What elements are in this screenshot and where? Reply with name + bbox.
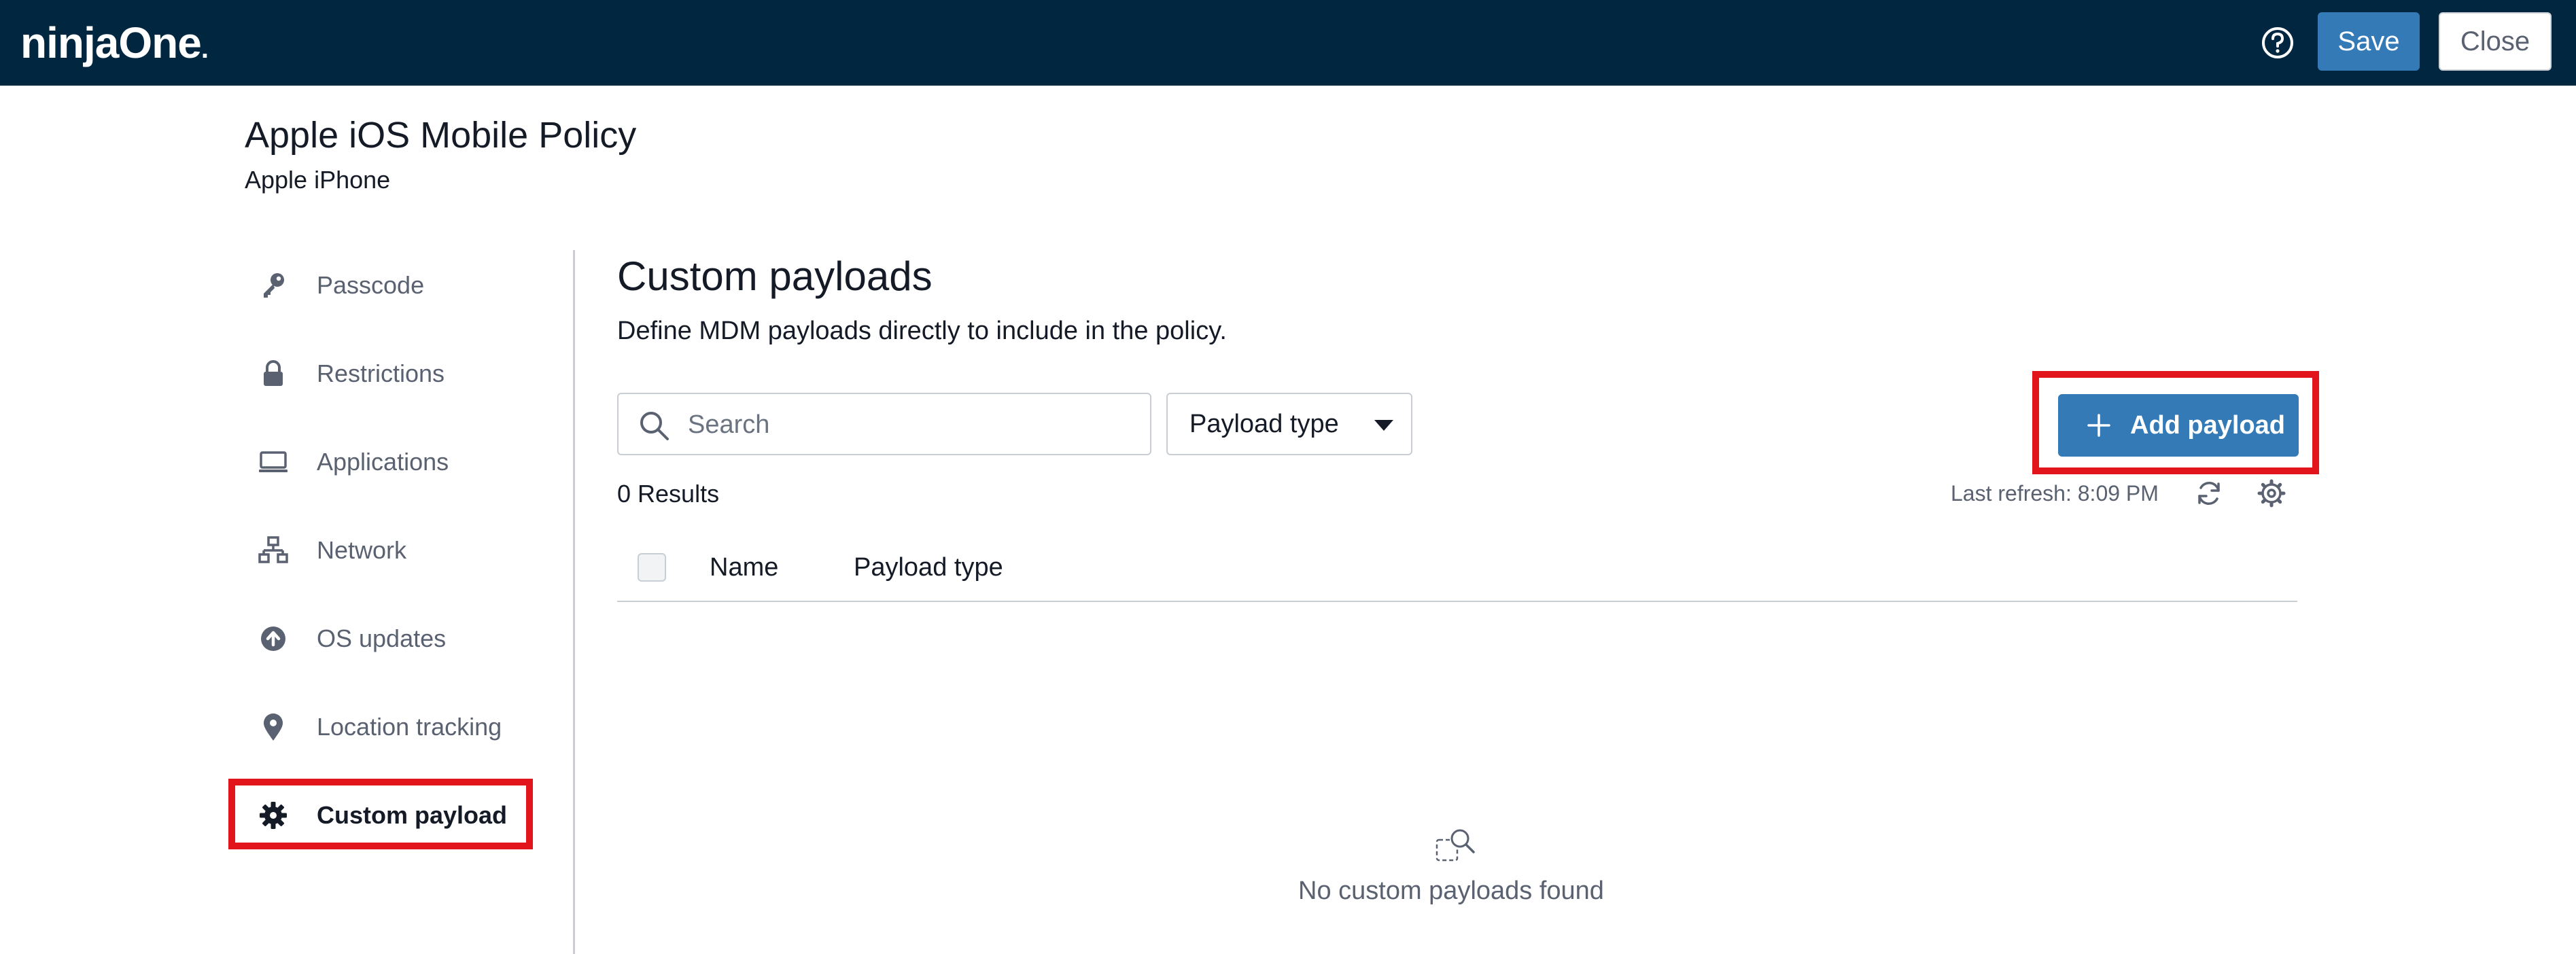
- sidebar-item-label: Location tracking: [317, 713, 502, 741]
- save-button[interactable]: Save: [2318, 12, 2420, 71]
- sidebar-item-label: Applications: [317, 448, 449, 476]
- page-subtitle: Apple iPhone: [245, 166, 391, 194]
- key-icon: [264, 273, 284, 298]
- page-title: Apple iOS Mobile Policy: [245, 115, 637, 156]
- logo-text: ninjaOne: [20, 18, 202, 67]
- search-icon: [640, 412, 669, 440]
- table-header: Name Payload type: [617, 537, 2297, 602]
- sidebar-item-os-updates[interactable]: OS updates: [231, 605, 530, 673]
- payload-type-label: Payload type: [1189, 409, 1339, 438]
- map-pin-icon: [264, 713, 283, 741]
- sidebar-item-location-tracking[interactable]: Location tracking: [231, 693, 530, 761]
- column-header-name[interactable]: Name: [710, 553, 778, 582]
- empty-state-message: No custom payloads found: [1298, 877, 1604, 905]
- section-title: Custom payloads: [617, 253, 933, 299]
- sidebar-divider: [573, 250, 575, 954]
- logo-dot: .: [201, 34, 209, 64]
- empty-search-icon: [1435, 829, 1475, 862]
- payload-type-dropdown[interactable]: Payload type: [1166, 393, 1412, 455]
- search-input[interactable]: [686, 404, 1138, 446]
- sidebar-item-passcode[interactable]: Passcode: [231, 251, 530, 319]
- sidebar-item-label: Restrictions: [317, 359, 445, 387]
- sidebar-item-label: OS updates: [317, 624, 447, 652]
- close-button[interactable]: Close: [2439, 12, 2552, 71]
- lock-icon: [264, 360, 283, 386]
- results-count: 0 Results: [617, 480, 720, 508]
- table-settings-gear-icon[interactable]: [2257, 478, 2286, 508]
- section-description: Define MDM payloads directly to include …: [617, 317, 1227, 345]
- highlight-box-custom-payload: [228, 779, 533, 849]
- highlight-box-add-payload: [2032, 371, 2319, 474]
- search-box[interactable]: [617, 393, 1151, 455]
- sidebar-item-applications[interactable]: Applications: [231, 428, 530, 496]
- top-bar: ninjaOne. Save Close: [0, 0, 2576, 86]
- caret-down-icon: [1374, 420, 1393, 431]
- refresh-icon[interactable]: [2194, 478, 2224, 508]
- monitor-icon: [259, 451, 288, 472]
- last-refresh-text: Last refresh: 8:09 PM: [1951, 481, 2159, 506]
- sidebar-item-label: Passcode: [317, 271, 425, 299]
- sidebar-item-label: Network: [317, 536, 407, 564]
- sidebar-item-restrictions[interactable]: Restrictions: [231, 340, 530, 408]
- column-header-payload-type[interactable]: Payload type: [854, 553, 1003, 582]
- ninjaone-logo[interactable]: ninjaOne.: [20, 18, 209, 68]
- select-all-checkbox[interactable]: [638, 553, 666, 582]
- network-icon: [258, 536, 288, 563]
- sidebar-item-network[interactable]: Network: [231, 516, 530, 584]
- upload-circle-icon: [261, 626, 285, 651]
- help-icon[interactable]: [2260, 25, 2295, 60]
